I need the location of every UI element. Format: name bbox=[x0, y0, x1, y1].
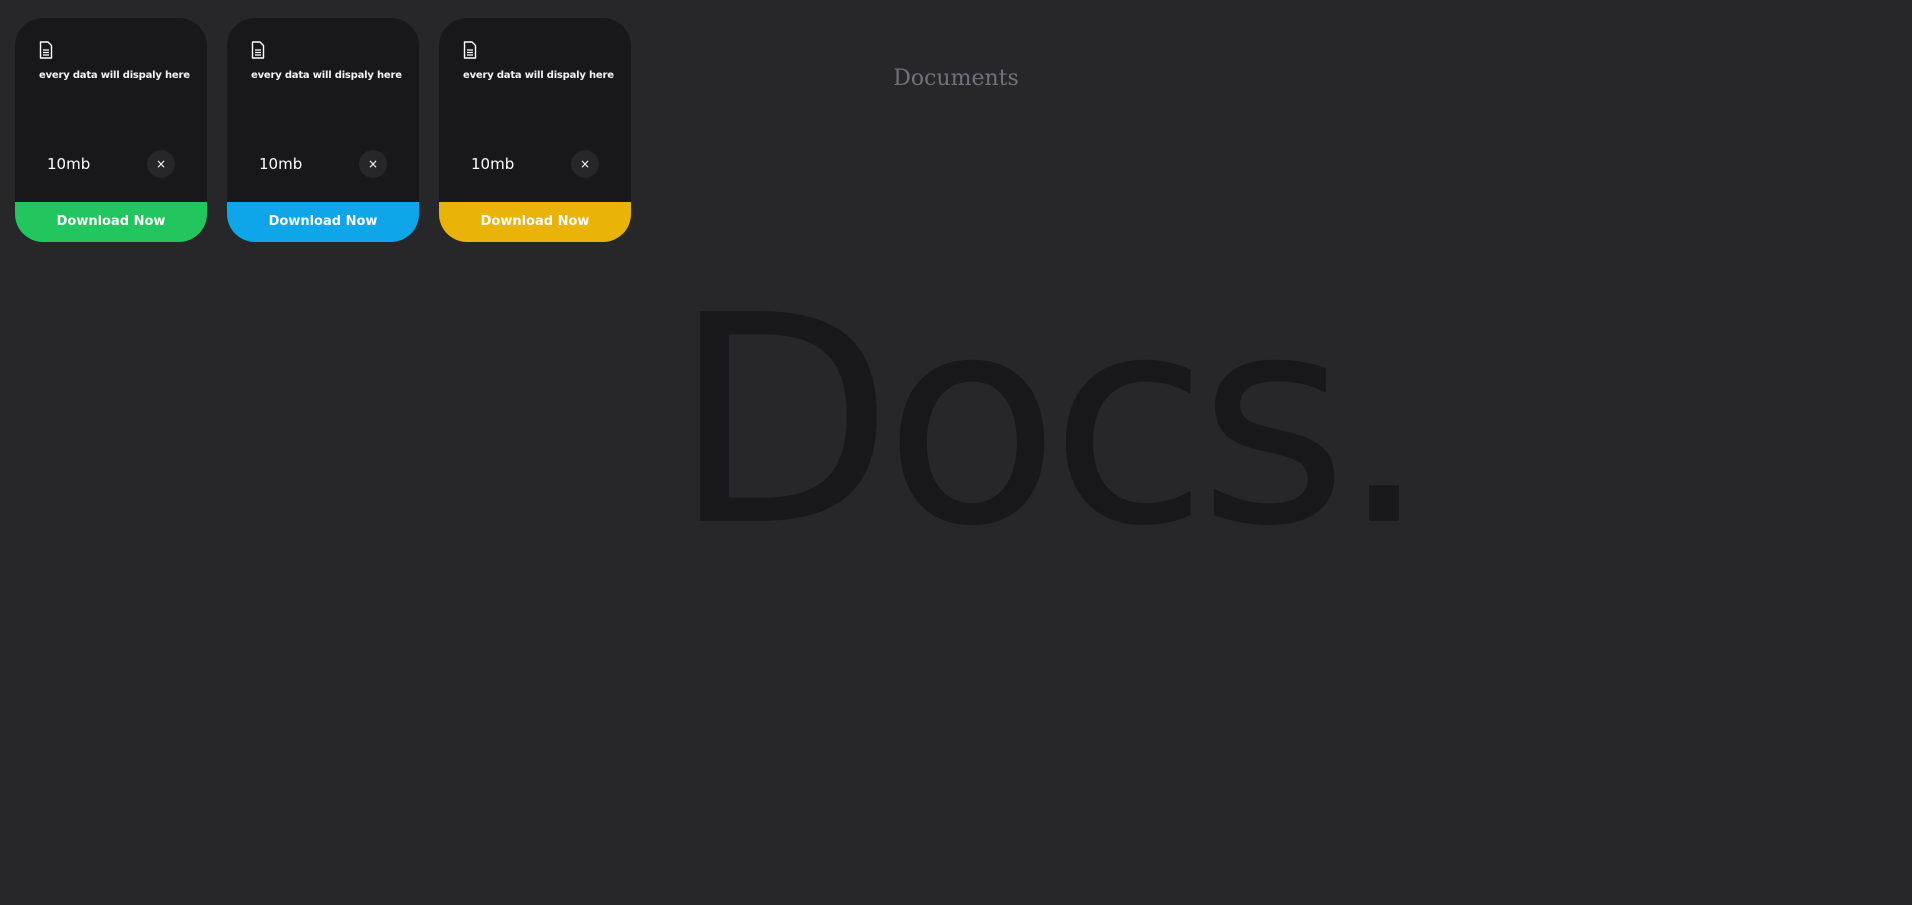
file-size: 10mb bbox=[259, 155, 303, 173]
file-text-icon bbox=[463, 41, 477, 59]
download-now-button[interactable]: Download Now bbox=[15, 202, 207, 242]
document-card: every data will dispaly here 10mb × Down… bbox=[439, 18, 631, 242]
card-description: every data will dispaly here bbox=[251, 70, 402, 81]
file-text-icon bbox=[251, 41, 265, 59]
download-now-button[interactable]: Download Now bbox=[227, 202, 419, 242]
file-text-icon bbox=[39, 41, 53, 59]
document-card: every data will dispaly here 10mb × Down… bbox=[15, 18, 207, 242]
close-button[interactable]: × bbox=[571, 150, 599, 178]
close-button[interactable]: × bbox=[147, 150, 175, 178]
document-card: every data will dispaly here 10mb × Down… bbox=[227, 18, 419, 242]
card-list: every data will dispaly here 10mb × Down… bbox=[15, 18, 631, 242]
background-watermark-text: Docs. bbox=[672, 254, 1430, 589]
close-button[interactable]: × bbox=[359, 150, 387, 178]
download-now-button[interactable]: Download Now bbox=[439, 202, 631, 242]
file-size: 10mb bbox=[47, 155, 91, 173]
card-description: every data will dispaly here bbox=[463, 70, 614, 81]
file-size: 10mb bbox=[471, 155, 515, 173]
card-description: every data will dispaly here bbox=[39, 70, 190, 81]
